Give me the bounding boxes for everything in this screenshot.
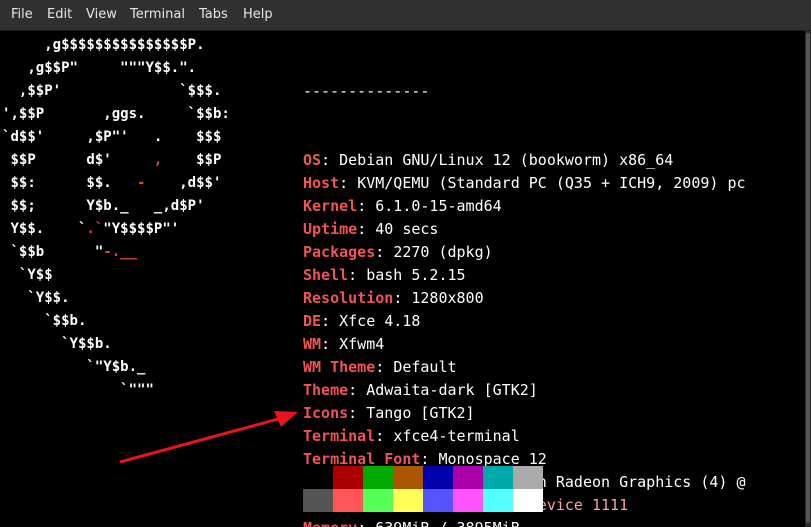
annotation-arrow [119,411,298,464]
arrow-shaft [119,416,283,464]
arrow-head [274,411,298,427]
